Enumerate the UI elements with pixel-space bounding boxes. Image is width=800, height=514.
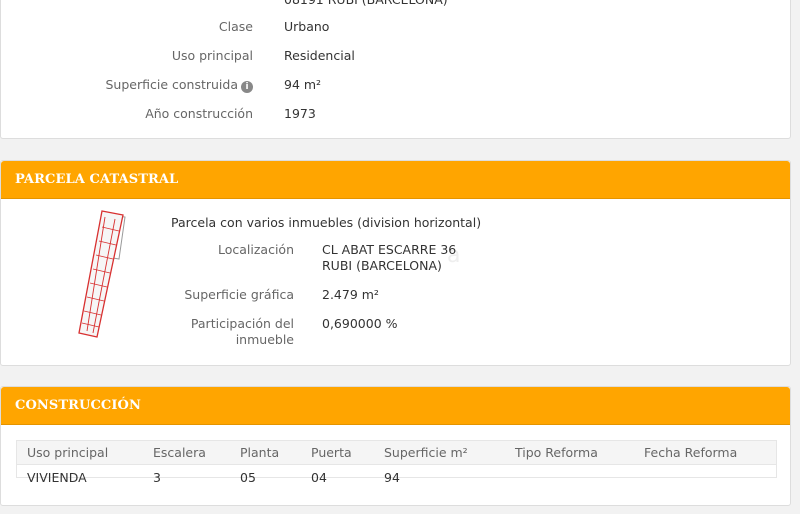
col-planta: Planta bbox=[240, 445, 280, 460]
label-superficie-grafica: Superficie gráfica bbox=[184, 287, 294, 302]
cell-puerta: 04 bbox=[311, 470, 327, 485]
superficie-construida-text: Superficie construida bbox=[105, 77, 239, 92]
col-superficie: Superficie m² bbox=[384, 445, 468, 460]
partial-address: 08191 RUBI (BARCELONA) bbox=[284, 0, 448, 8]
label-ano-construccion: Año construcción bbox=[145, 106, 253, 121]
value-superficie-construida: 94 m² bbox=[284, 77, 322, 92]
value-uso-principal: Residencial bbox=[284, 48, 355, 63]
label-uso-principal: Uso principal bbox=[171, 48, 253, 63]
label-superficie-construida: Superficie construida i bbox=[105, 77, 253, 93]
inmueble-panel: 08191 RUBI (BARCELONA) Clase Urbano Uso … bbox=[0, 0, 791, 139]
cell-uso-principal: VIVIENDA bbox=[27, 470, 87, 485]
col-fecha-reforma: Fecha Reforma bbox=[644, 445, 738, 460]
localizacion-line2: RUBI (BARCELONA) bbox=[322, 258, 442, 273]
value-ano-construccion: 1973 bbox=[284, 106, 316, 121]
col-tipo-reforma: Tipo Reforma bbox=[515, 445, 598, 460]
value-superficie-grafica: 2.479 m² bbox=[322, 287, 379, 302]
construccion-table: Uso principal Escalera Planta Puerta Sup… bbox=[16, 440, 777, 485]
col-escalera: Escalera bbox=[153, 445, 206, 460]
cell-superficie: 94 bbox=[384, 470, 400, 485]
parcel-map-icon[interactable] bbox=[67, 209, 137, 341]
col-puerta: Puerta bbox=[311, 445, 352, 460]
cell-planta: 05 bbox=[240, 470, 256, 485]
value-clase: Urbano bbox=[284, 19, 330, 34]
table-header: Uso principal Escalera Planta Puerta Sup… bbox=[17, 441, 776, 465]
parcela-description: Parcela con varios inmuebles (division h… bbox=[171, 215, 482, 230]
cell-escalera: 3 bbox=[153, 470, 161, 485]
label-localizacion: Localización bbox=[217, 242, 294, 257]
participacion-line2: inmueble bbox=[235, 332, 294, 347]
info-icon[interactable]: i bbox=[241, 81, 253, 93]
value-localizacion: CL ABAT ESCARRE 36 RUBI (BARCELONA) bbox=[322, 242, 456, 274]
value-participacion: 0,690000 % bbox=[322, 316, 398, 331]
label-clase: Clase bbox=[218, 19, 253, 34]
participacion-line1: Participación del bbox=[190, 316, 294, 331]
col-uso-principal: Uso principal bbox=[27, 445, 109, 460]
localizacion-line1: CL ABAT ESCARRE 36 bbox=[322, 242, 457, 257]
construccion-panel: CONSTRUCCIÓN Uso principal Escalera Plan… bbox=[0, 386, 791, 506]
label-participacion: Participación del inmueble bbox=[134, 316, 294, 348]
construccion-header: CONSTRUCCIÓN bbox=[1, 387, 790, 425]
parcela-panel: PARCELA CATASTRAL Parcela con varios inm… bbox=[0, 160, 791, 366]
parcela-header: PARCELA CATASTRAL bbox=[1, 161, 790, 199]
